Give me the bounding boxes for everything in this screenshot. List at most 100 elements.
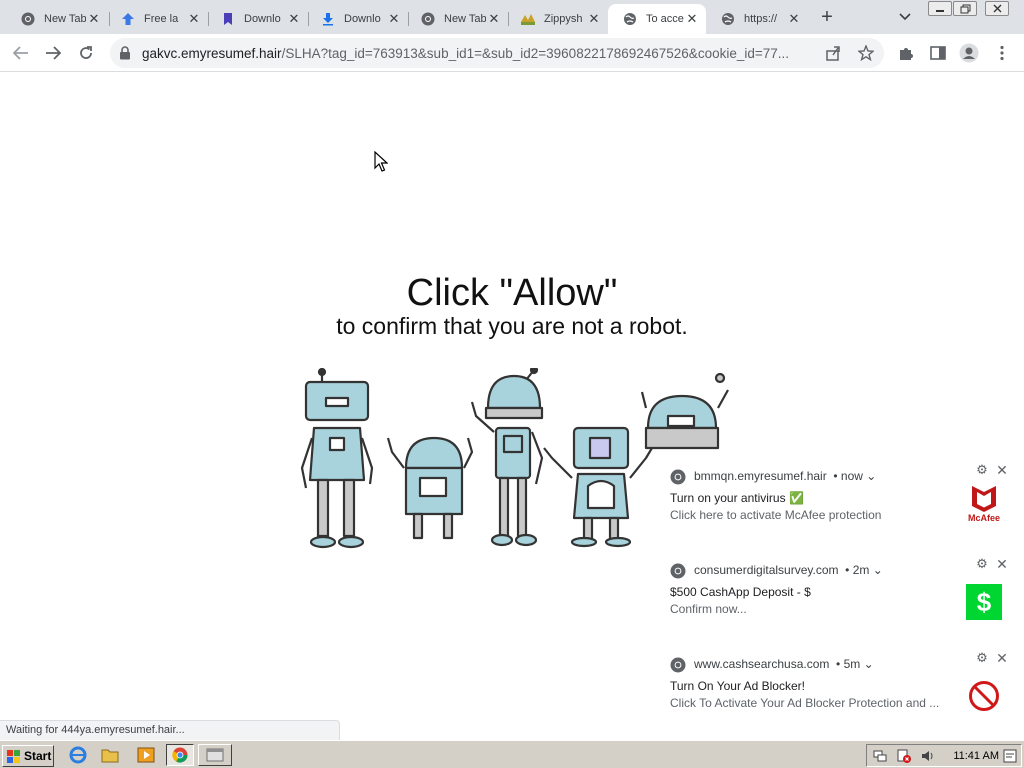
tab-title: New Tab [444,13,486,25]
gear-icon[interactable]: ⚙ [974,556,990,572]
close-icon[interactable]: ✕ [586,11,602,27]
start-label: Start [24,749,52,763]
puzzle-icon [900,48,913,60]
minimize-icon [936,9,944,12]
tab-title: Downlo [344,13,381,25]
close-icon[interactable]: ✕ [286,11,302,27]
mcafee-logo: McAfee [964,484,1004,524]
profile-button[interactable] [958,42,980,64]
tab-title: To acce [646,13,684,25]
notification-source: www.cashsearchusa.com • 5m ⌄ [694,657,874,671]
tab-8[interactable]: https:// ✕ [706,4,808,34]
mouse-cursor-icon [374,151,388,172]
notification-source: consumerdigitalsurvey.com • 2m ⌄ [694,563,883,577]
notification-body: Click here to activate McAfee protection [670,508,882,522]
chrome-icon [670,563,686,579]
browser-toolbar: gakvc.emyresumef.hair/SLHA?tag_id=763913… [0,34,1024,72]
speaker-icon[interactable] [921,749,935,763]
tab-title: New Tab [44,13,86,25]
tab-1[interactable]: New Tab ✕ [6,4,108,34]
close-icon[interactable]: ✕ [86,11,102,27]
gear-icon[interactable]: ⚙ [974,462,990,478]
new-tab-button[interactable]: + [816,6,838,28]
close-icon[interactable]: ✕ [994,650,1010,666]
address-bar[interactable]: gakvc.emyresumef.hair/SLHA?tag_id=763913… [110,38,884,68]
back-button[interactable] [10,42,32,64]
share-button[interactable] [822,42,844,64]
clock[interactable]: 11:41 AM [953,750,999,762]
cashapp-brand-label: $ [976,586,992,617]
tab-search-button[interactable] [896,8,914,26]
notification-card[interactable]: www.cashsearchusa.com • 5m ⌄ Turn On You… [660,646,1024,738]
back-arrow-icon [13,46,28,60]
start-button[interactable]: Start [2,745,54,767]
lock-icon[interactable] [119,46,131,60]
close-icon[interactable]: ✕ [786,11,802,27]
notification-title: Turn On Your Ad Blocker! [670,679,805,693]
chrome-icon [670,469,686,485]
chevron-down-icon [899,13,911,21]
side-panel-button[interactable] [927,42,949,64]
url-text[interactable]: gakvc.emyresumef.hair/SLHA?tag_id=763913… [142,46,822,61]
media-player-icon[interactable] [136,746,156,764]
url-path: /SLHA?tag_id=763913&sub_id1=&sub_id2=396… [281,46,790,61]
extensions-button[interactable] [895,42,917,64]
close-icon[interactable]: ✕ [994,556,1010,572]
notification-source: bmmqn.emyresumef.hair • now ⌄ [694,469,877,483]
tab-5[interactable]: New Tab ✕ [406,4,508,34]
tab-7-active[interactable]: To acce ✕ [608,4,706,34]
close-icon [993,4,1001,13]
close-icon[interactable]: ✕ [684,11,700,27]
chrome-taskbar-button[interactable] [166,744,194,766]
bookmark-star-button[interactable] [855,42,877,64]
chevron-down-icon[interactable]: ⌄ [873,563,883,577]
notification-card[interactable]: bmmqn.emyresumef.hair • now ⌄ Turn on yo… [660,458,1024,550]
tab-6[interactable]: Zippysh ✕ [506,4,608,34]
cashapp-logo: $ [966,584,1002,620]
close-icon[interactable]: ✕ [186,11,202,27]
window-taskbar-button[interactable] [198,744,232,766]
window-close-button[interactable] [985,1,1009,16]
taskbar: Start 11:41 AM [0,740,1024,768]
notification-title: Turn on your antivirus ✅ [670,491,804,505]
download-icon [320,11,336,27]
minimize-button[interactable] [928,1,952,16]
tab-4[interactable]: Downlo ✕ [306,4,408,34]
source-text: bmmqn.emyresumef.hair [694,469,827,483]
chevron-down-icon[interactable]: ⌄ [866,469,876,483]
chrome-icon [670,657,686,673]
forward-button[interactable] [42,42,64,64]
restore-icon [960,4,970,13]
notification-body: Click To Activate Your Ad Blocker Protec… [670,696,940,710]
star-icon [858,45,874,61]
reload-icon [80,46,92,59]
close-icon[interactable]: ✕ [994,462,1010,478]
notification-card[interactable]: consumerdigitalsurvey.com • 2m ⌄ $500 Ca… [660,552,1024,644]
notification-tray-icon[interactable] [1003,749,1017,763]
close-icon[interactable]: ✕ [486,11,502,27]
tab-title: Downlo [244,13,281,25]
reload-button[interactable] [75,42,97,64]
tab-3[interactable]: Downlo ✕ [206,4,308,34]
menu-button[interactable] [991,42,1013,64]
no-sign-icon [964,676,1004,716]
network-icon[interactable] [873,749,887,763]
kebab-menu-icon [1000,45,1004,61]
notification-time: 5m [843,657,861,671]
ie-icon[interactable] [68,746,88,764]
chrome-icon [172,747,188,763]
notification-time: now [840,469,863,483]
source-text: consumerdigitalsurvey.com [694,563,839,577]
tab-title: https:// [744,13,778,25]
source-text: www.cashsearchusa.com [694,657,830,671]
tab-2[interactable]: Free la ✕ [106,4,208,34]
chevron-down-icon[interactable]: ⌄ [864,657,874,671]
file-explorer-icon[interactable] [100,746,120,764]
close-icon[interactable]: ✕ [386,11,402,27]
restore-button[interactable] [953,1,977,16]
status-bar: Waiting for 444ya.emyresumef.hair... [0,720,340,740]
security-alert-icon[interactable] [897,749,911,763]
system-tray: 11:41 AM [866,744,1022,767]
gear-icon[interactable]: ⚙ [974,650,990,666]
forward-arrow-icon [46,46,61,60]
